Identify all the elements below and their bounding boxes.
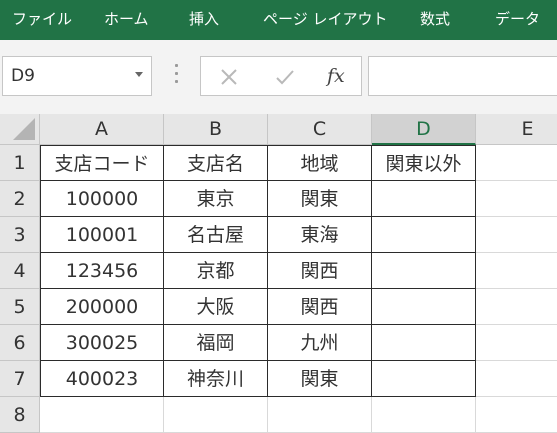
name-box[interactable]: D9: [2, 56, 152, 96]
column-header-a[interactable]: A: [40, 114, 164, 145]
ribbon: ファイル ホーム 挿入 ページ レイアウト 数式 データ: [0, 0, 557, 40]
cell-e1[interactable]: [476, 145, 557, 181]
cell-b4[interactable]: 京都: [164, 253, 268, 289]
cell-e8[interactable]: [476, 397, 557, 433]
cell-e2[interactable]: [476, 181, 557, 217]
cell-a1[interactable]: 支店コード: [40, 145, 164, 181]
column-header-c[interactable]: C: [268, 114, 372, 145]
cell-c8[interactable]: [268, 397, 372, 433]
cell-a6[interactable]: 300025: [40, 325, 164, 361]
insert-function-icon[interactable]: fx: [327, 57, 345, 95]
formula-input[interactable]: [368, 56, 557, 96]
cell-d6[interactable]: [372, 325, 476, 361]
column-header-b[interactable]: B: [164, 114, 268, 145]
cell-d2[interactable]: [372, 181, 476, 217]
tab-insert[interactable]: 挿入: [189, 0, 219, 40]
cell-b8[interactable]: [164, 397, 268, 433]
cell-a2[interactable]: 100000: [40, 181, 164, 217]
cell-d7[interactable]: [372, 361, 476, 397]
cell-a4[interactable]: 123456: [40, 253, 164, 289]
cell-e7[interactable]: [476, 361, 557, 397]
formula-buttons: fx: [200, 56, 362, 96]
row-header-6[interactable]: 6: [0, 325, 40, 361]
column-header-e[interactable]: E: [476, 114, 557, 145]
row-header-8[interactable]: 8: [0, 397, 40, 433]
cell-c3[interactable]: 東海: [268, 217, 372, 253]
cell-e4[interactable]: [476, 253, 557, 289]
row-header-5[interactable]: 5: [0, 289, 40, 325]
cell-a8[interactable]: [40, 397, 164, 433]
cell-b6[interactable]: 福岡: [164, 325, 268, 361]
cell-a3[interactable]: 100001: [40, 217, 164, 253]
cell-a7[interactable]: 400023: [40, 361, 164, 397]
name-box-dropdown-icon[interactable]: [135, 72, 143, 77]
row-header-7[interactable]: 7: [0, 361, 40, 397]
tab-data[interactable]: データ: [495, 0, 540, 40]
cell-d1[interactable]: 関東以外: [372, 145, 476, 181]
drag-grip-icon[interactable]: [175, 64, 179, 88]
tab-page-layout[interactable]: ページ レイアウト: [263, 0, 387, 40]
cell-b1[interactable]: 支店名: [164, 145, 268, 181]
enter-check-icon[interactable]: [269, 57, 299, 95]
cell-b7[interactable]: 神奈川: [164, 361, 268, 397]
row-header-4[interactable]: 4: [0, 253, 40, 289]
cell-d3[interactable]: [372, 217, 476, 253]
tab-home[interactable]: ホーム: [104, 0, 149, 40]
select-all-corner[interactable]: [0, 114, 40, 145]
row-header-1[interactable]: 1: [0, 145, 40, 181]
cell-c1[interactable]: 地域: [268, 145, 372, 181]
cell-d5[interactable]: [372, 289, 476, 325]
cell-e5[interactable]: [476, 289, 557, 325]
cell-b5[interactable]: 大阪: [164, 289, 268, 325]
row-header-2[interactable]: 2: [0, 181, 40, 217]
cancel-icon[interactable]: [213, 57, 243, 95]
cell-a5[interactable]: 200000: [40, 289, 164, 325]
column-header-d[interactable]: D: [372, 114, 476, 145]
cell-b3[interactable]: 名古屋: [164, 217, 268, 253]
tab-formulas[interactable]: 数式: [420, 0, 450, 40]
formula-bar-area: D9 fx: [0, 40, 557, 114]
cell-d4[interactable]: [372, 253, 476, 289]
cell-c7[interactable]: 関東: [268, 361, 372, 397]
cell-c2[interactable]: 関東: [268, 181, 372, 217]
tab-file[interactable]: ファイル: [12, 0, 72, 40]
cell-b2[interactable]: 東京: [164, 181, 268, 217]
row-header-3[interactable]: 3: [0, 217, 40, 253]
cell-c6[interactable]: 九州: [268, 325, 372, 361]
cell-c4[interactable]: 関西: [268, 253, 372, 289]
name-box-value: D9: [11, 66, 35, 86]
cell-e3[interactable]: [476, 217, 557, 253]
cell-e6[interactable]: [476, 325, 557, 361]
cell-c5[interactable]: 関西: [268, 289, 372, 325]
cell-d8[interactable]: [372, 397, 476, 433]
